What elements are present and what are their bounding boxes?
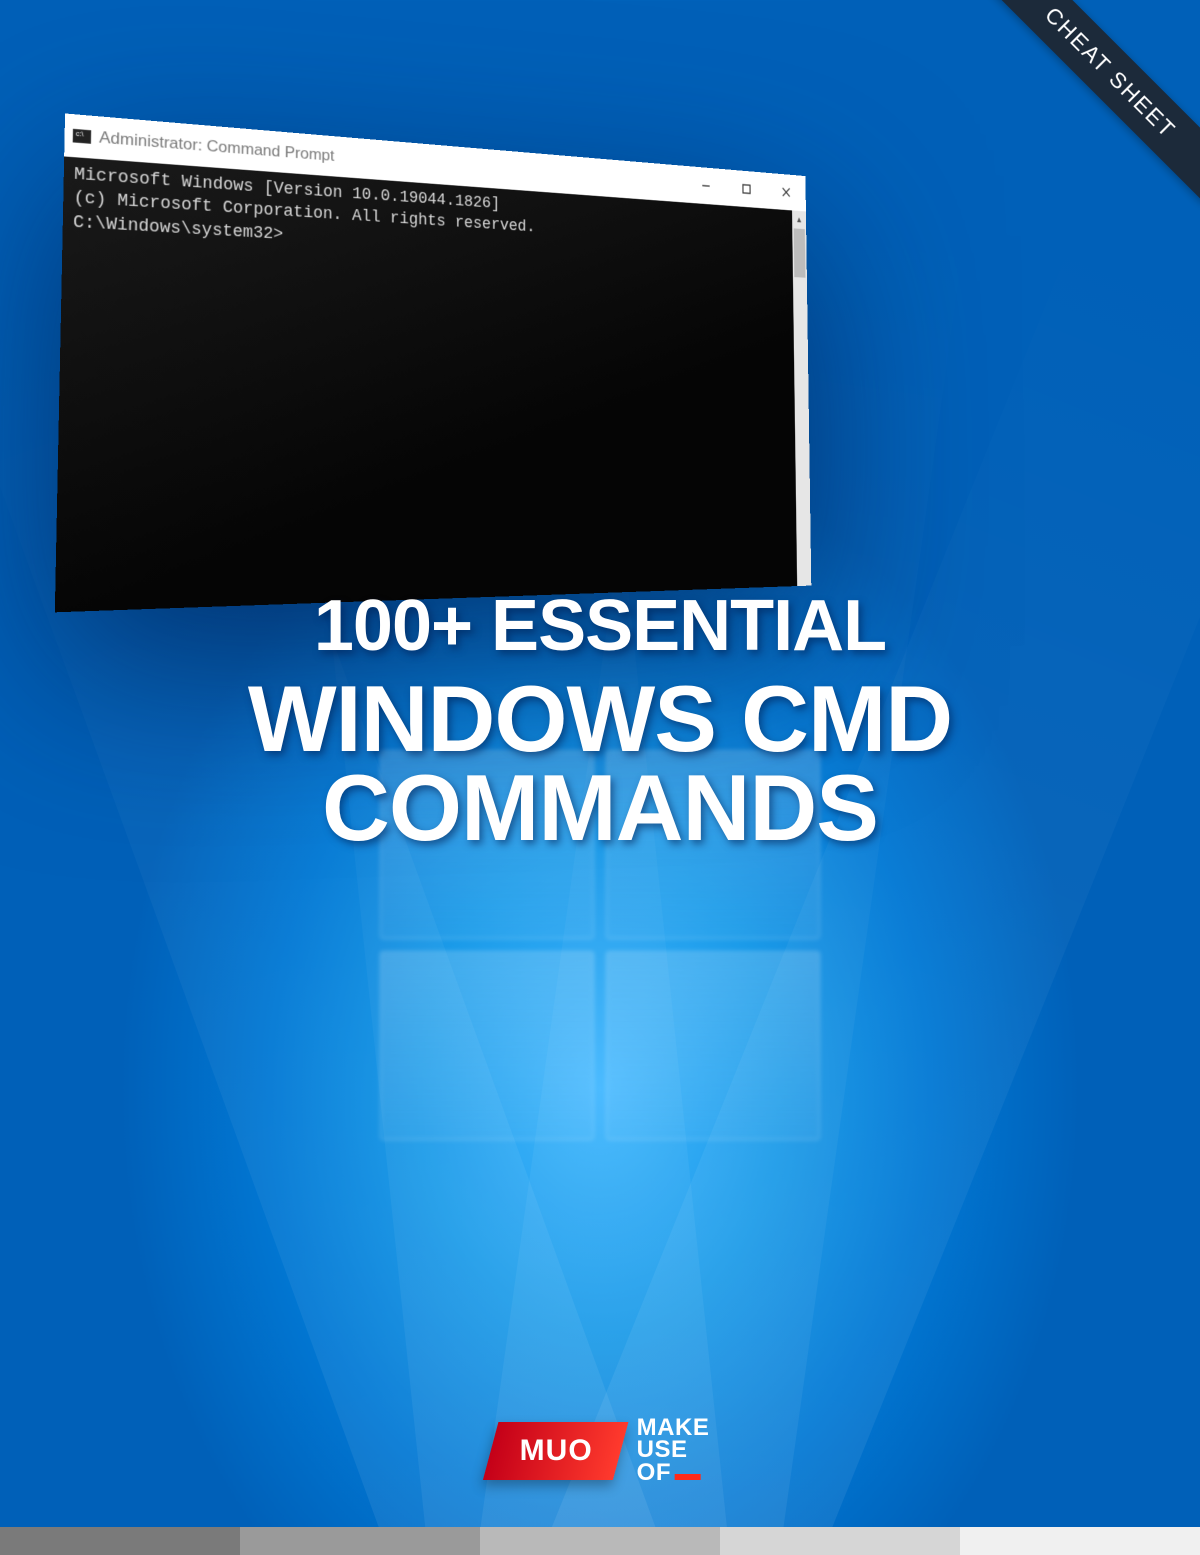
window-title: Administrator: Command Prompt (99, 128, 334, 166)
main-headline: 100+ ESSENTIAL WINDOWS CMDCOMMANDS (0, 590, 1200, 853)
ribbon-label: CHEAT SHEET (1039, 2, 1180, 143)
headline-line-2: WINDOWS CMDCOMMANDS (0, 674, 1200, 853)
headline-line-1: 100+ ESSENTIAL (0, 590, 1200, 662)
cmd-icon (73, 129, 92, 144)
scrollbar-thumb[interactable] (794, 228, 806, 277)
brand-logo: MUO MAKE USE OF (491, 1417, 710, 1485)
minimize-button[interactable] (685, 166, 726, 206)
muo-badge: MUO (483, 1422, 629, 1480)
terminal-output: Microsoft Windows [Version 10.0.19044.18… (55, 156, 811, 612)
scroll-up-icon[interactable]: ▴ (792, 210, 806, 229)
muo-wordmark: MAKE USE OF (637, 1417, 710, 1485)
scrollbar[interactable]: ▴ (792, 210, 811, 586)
command-prompt-window: Administrator: Command Prompt Microsoft … (60, 110, 940, 610)
muo-badge-text: MUO (519, 1434, 592, 1468)
close-button[interactable] (766, 173, 806, 212)
cheat-sheet-ribbon: CHEAT SHEET (979, 0, 1200, 204)
footer-decoration (0, 1527, 1200, 1555)
maximize-button[interactable] (726, 169, 767, 208)
